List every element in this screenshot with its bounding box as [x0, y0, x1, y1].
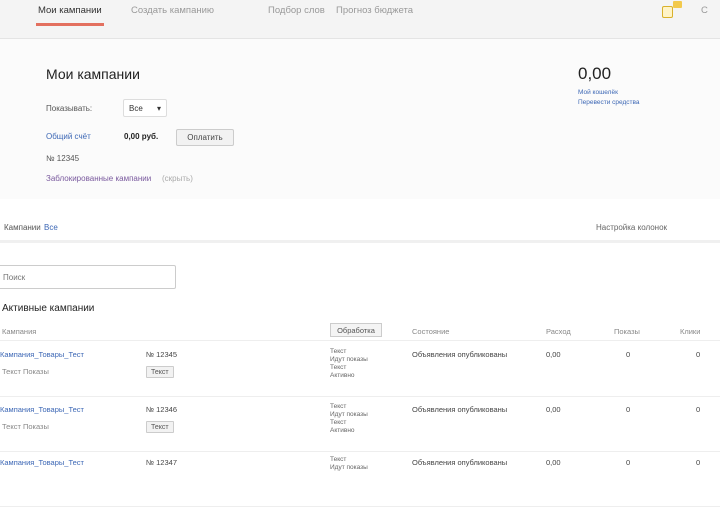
- blocked-campaigns-link[interactable]: Заблокированные кампании: [46, 174, 151, 183]
- campaign-spend: 0,00: [546, 458, 561, 467]
- col-state[interactable]: Состояние: [412, 327, 449, 336]
- tab-create-campaign[interactable]: Создать кампанию: [131, 5, 214, 16]
- campaign-id: № 12346: [146, 405, 177, 414]
- show-select[interactable]: Все ▾: [123, 99, 167, 117]
- campaign-state: Объявления опубликованы: [412, 405, 508, 414]
- campaign-subtitle: Текст Показы: [2, 367, 49, 376]
- campaign-name-link[interactable]: Кампания_Товары_Тест: [0, 405, 84, 414]
- show-select-value: Все: [129, 104, 143, 113]
- table-row: Кампания_Товары_Тест № 12346 Текст Показ…: [0, 397, 720, 452]
- table-header: Кампания Обработка Состояние Расход Пока…: [0, 320, 720, 341]
- notifications-icon[interactable]: [662, 6, 673, 18]
- transfer-funds-link[interactable]: Перевести средства: [578, 99, 640, 106]
- col-campaign[interactable]: Кампания: [2, 327, 36, 336]
- campaign-id: № 12345: [146, 350, 177, 359]
- campaign-tag[interactable]: Текст: [146, 421, 174, 433]
- table-row: Кампания_Товары_Тест № 12345 Текст Показ…: [0, 342, 720, 397]
- filter-tab-all[interactable]: Все: [44, 223, 58, 232]
- col-spend[interactable]: Расход: [546, 327, 571, 336]
- campaign-state: Объявления опубликованы: [412, 350, 508, 359]
- columns-settings-link[interactable]: Настройка колонок: [596, 223, 667, 232]
- campaign-clicks: 0: [696, 350, 701, 359]
- tab-keyword-selection[interactable]: Подбор слов: [268, 5, 325, 16]
- pay-button[interactable]: Оплатить: [176, 129, 234, 146]
- balance-value: 0,00: [578, 64, 612, 83]
- status-lines: Текст Идут показы Текст Активно: [330, 348, 368, 379]
- section-title: Активные кампании: [2, 303, 95, 314]
- search-input[interactable]: [0, 265, 176, 289]
- col-shows[interactable]: Показы: [614, 327, 640, 336]
- tab-my-campaigns[interactable]: Мои кампании: [36, 5, 104, 26]
- campaign-spend: 0,00: [546, 350, 561, 359]
- top-nav-bar: Мои кампании Создать кампанию Подбор сло…: [0, 0, 720, 39]
- campaign-tag[interactable]: Текст: [146, 366, 174, 378]
- campaign-name-link[interactable]: Кампания_Товары_Тест: [0, 350, 84, 359]
- total-account-link[interactable]: Общий счёт: [46, 132, 91, 141]
- notification-badge: [673, 1, 682, 8]
- wallet-link[interactable]: Мой кошелёк: [578, 89, 618, 96]
- top-right-link[interactable]: С: [701, 5, 708, 16]
- campaign-clicks: 0: [696, 458, 701, 467]
- campaign-shows: 0: [626, 405, 631, 414]
- campaign-shows: 0: [626, 350, 631, 359]
- filter-tab-campaigns[interactable]: Кампании: [4, 223, 41, 232]
- campaign-filter-row: Кампании Все Настройка колонок: [0, 212, 720, 243]
- campaign-id: № 12347: [146, 458, 177, 467]
- chevron-down-icon: ▾: [156, 104, 161, 113]
- show-label: Показывать:: [46, 104, 93, 113]
- account-number: № 12345: [46, 154, 80, 163]
- tab-budget-forecast[interactable]: Прогноз бюджета: [336, 5, 413, 16]
- status-lines: Текст Идут показы: [330, 456, 368, 471]
- campaign-clicks: 0: [696, 405, 701, 414]
- status-lines: Текст Идут показы Текст Активно: [330, 403, 368, 434]
- blocked-campaigns-hide[interactable]: (скрыть): [162, 174, 193, 183]
- total-amount: 0,00 руб.: [124, 132, 159, 141]
- campaign-shows: 0: [626, 458, 631, 467]
- col-processing[interactable]: Обработка: [330, 323, 382, 337]
- campaign-subtitle: Текст Показы: [2, 422, 49, 431]
- page-title: Мои кампании: [46, 66, 140, 82]
- col-clicks[interactable]: Клики: [680, 327, 700, 336]
- campaign-name-link[interactable]: Кампания_Товары_Тест: [0, 458, 84, 467]
- campaign-state: Объявления опубликованы: [412, 458, 508, 467]
- campaign-spend: 0,00: [546, 405, 561, 414]
